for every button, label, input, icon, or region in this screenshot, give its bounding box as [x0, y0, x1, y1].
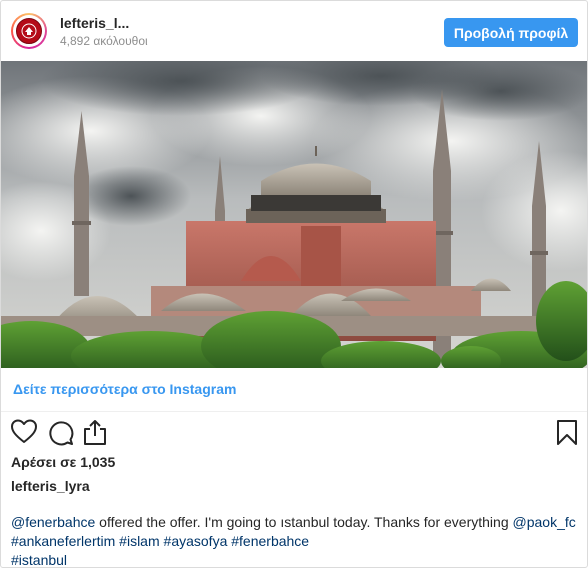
club-logo-icon: [16, 18, 42, 44]
comment-icon[interactable]: [46, 418, 74, 446]
post-owner-username[interactable]: lefteris_lyra: [11, 478, 90, 494]
mention-link[interactable]: @paok_fc: [513, 514, 576, 530]
mention-link[interactable]: @fenerbahce: [11, 514, 95, 530]
share-icon[interactable]: [81, 418, 109, 446]
hashtag-link[interactable]: #fenerbahce: [231, 533, 309, 549]
follower-count: 4,892 ακόλουθοι: [60, 34, 148, 48]
hashtag-link[interactable]: #islam: [119, 533, 159, 549]
view-profile-button[interactable]: Προβολή προφίλ: [444, 18, 578, 47]
instagram-embed-card: lefteris_l... 4,892 ακόλουθοι Προβολή πρ…: [0, 0, 588, 568]
hashtag-link[interactable]: #ayasofya: [164, 533, 228, 549]
post-caption: @fenerbahce offered the offer. I'm going…: [11, 513, 581, 567]
bookmark-icon[interactable]: [553, 418, 581, 446]
username[interactable]: lefteris_l...: [60, 15, 129, 31]
post-header: lefteris_l... 4,892 ακόλουθοι Προβολή πρ…: [1, 1, 587, 61]
heart-icon[interactable]: [10, 418, 38, 446]
post-image[interactable]: [1, 61, 587, 368]
caption-text: offered the offer. I'm going to ıstanbul…: [95, 514, 513, 530]
avatar[interactable]: [11, 13, 47, 49]
hashtag-link[interactable]: #ankaneferlertim: [11, 533, 115, 549]
hashtag-link[interactable]: #istanbul: [11, 552, 67, 567]
see-more-link-bar: Δείτε περισσότερα στο Instagram: [1, 368, 587, 412]
like-count[interactable]: Αρέσει σε 1,035: [11, 454, 115, 470]
see-more-on-instagram-link[interactable]: Δείτε περισσότερα στο Instagram: [13, 381, 236, 397]
post-actions: [1, 416, 587, 450]
